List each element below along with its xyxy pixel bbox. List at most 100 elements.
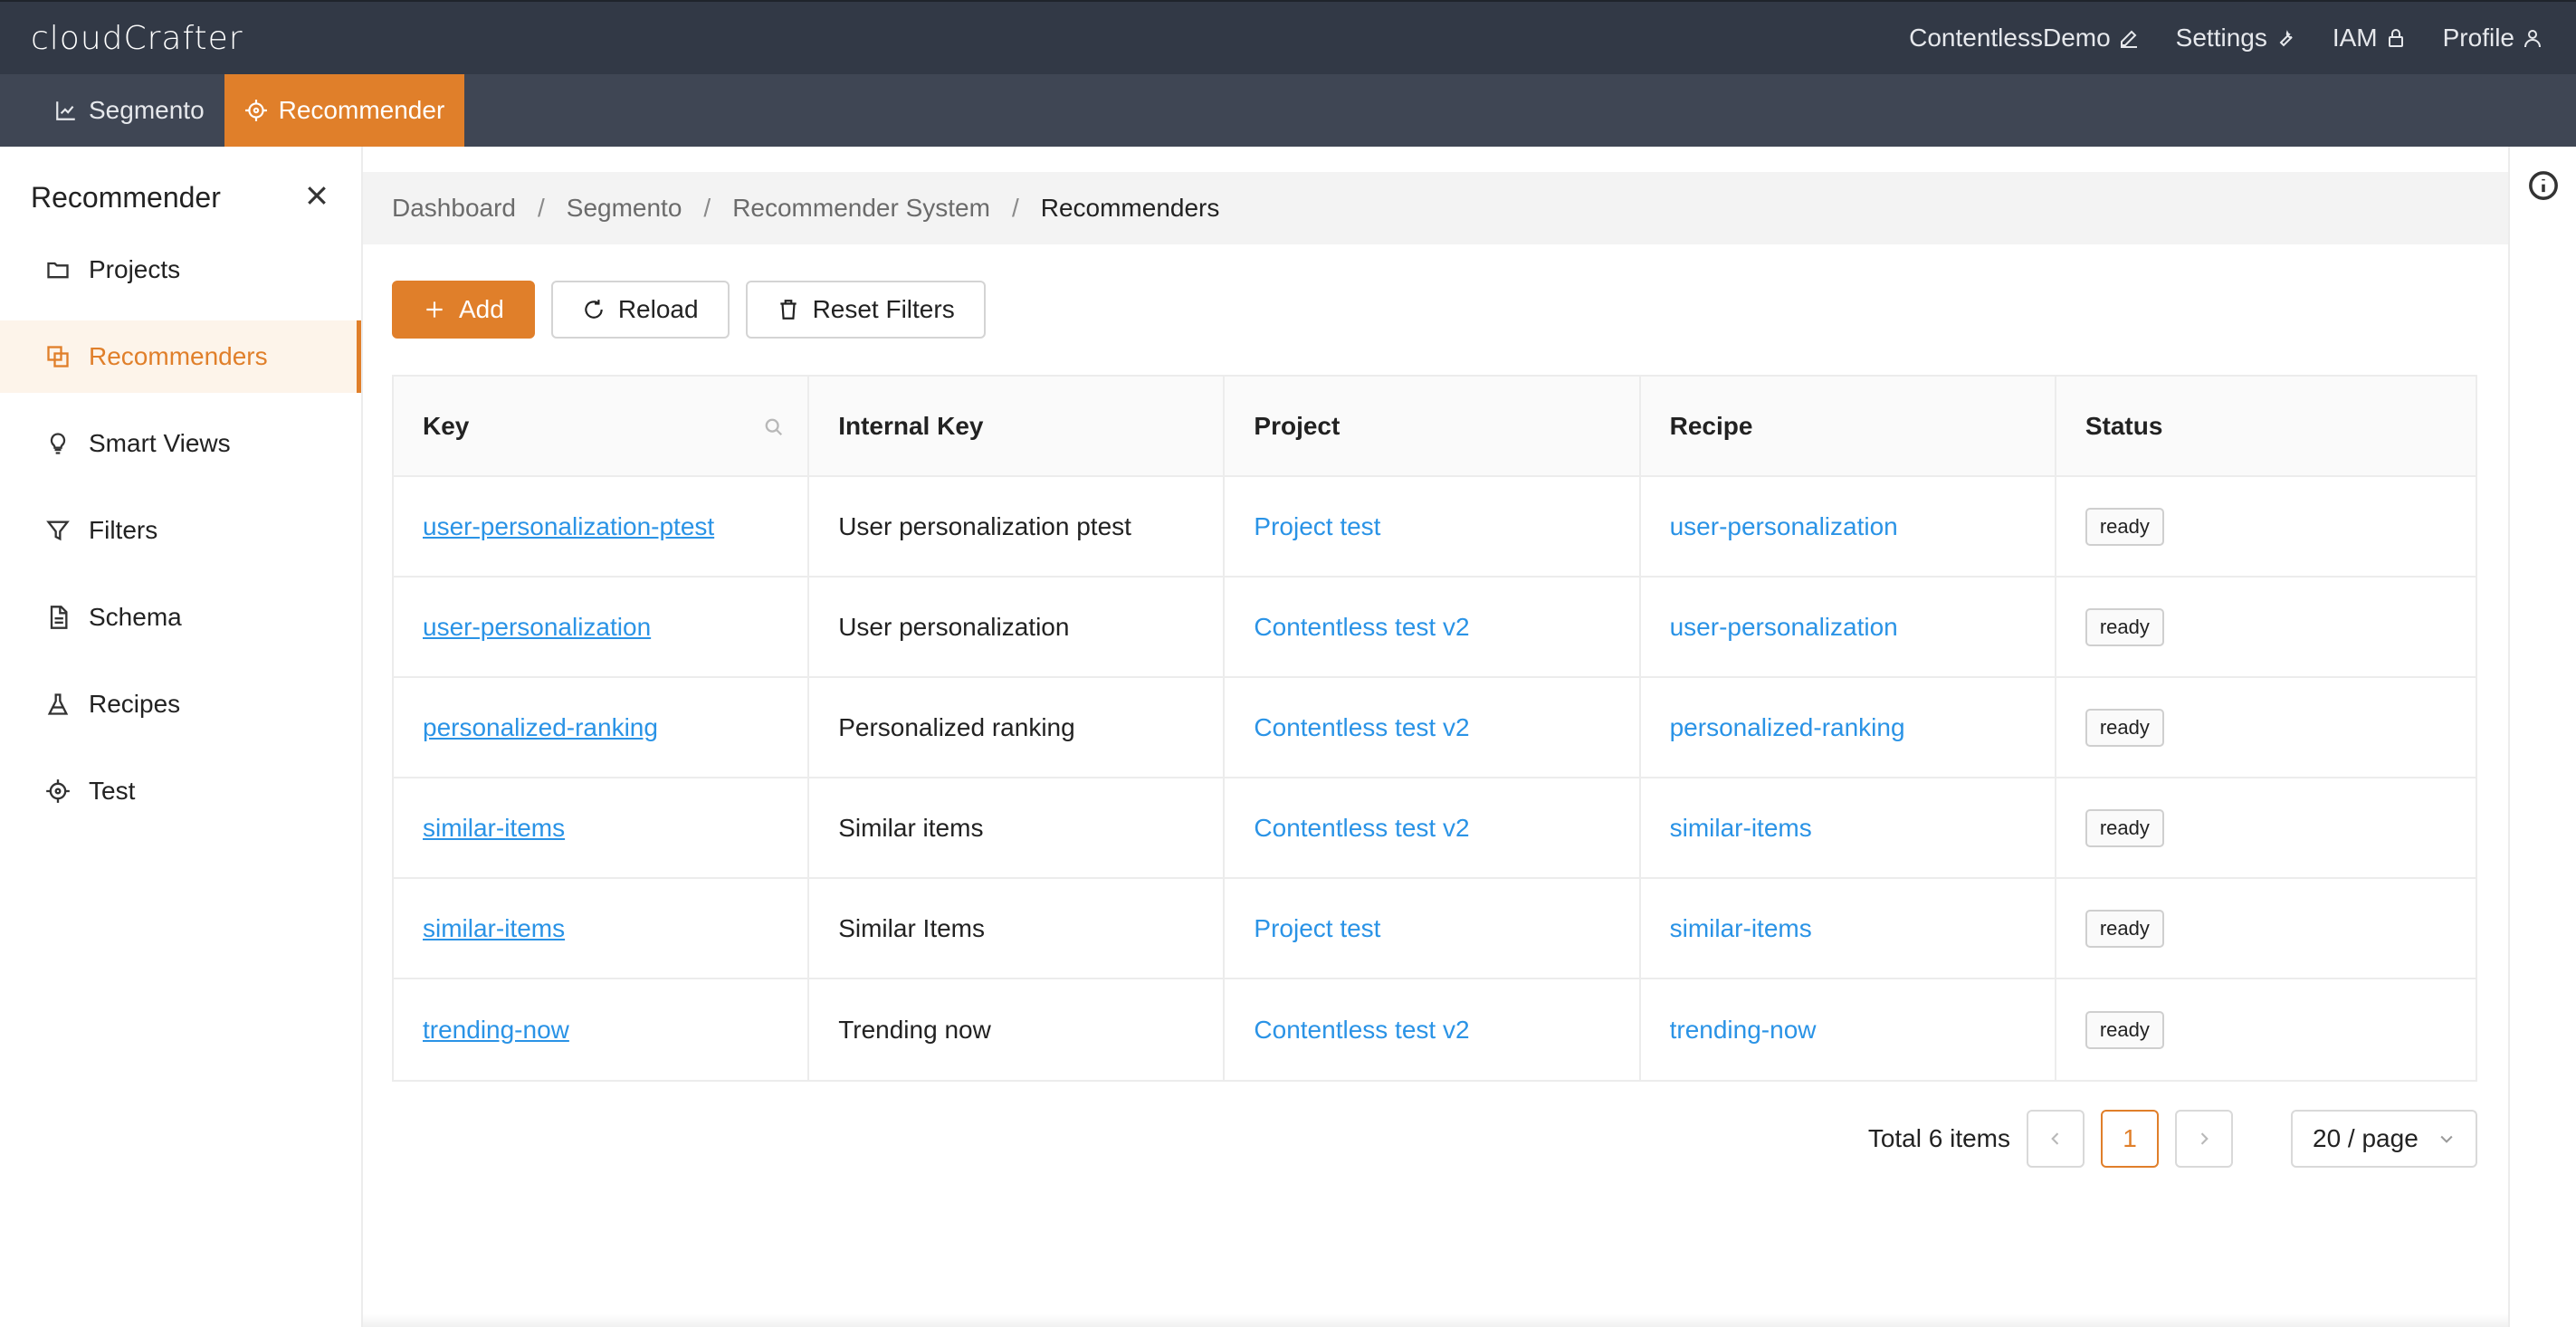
- key-link[interactable]: similar-items: [423, 914, 565, 943]
- target-icon: [46, 779, 70, 803]
- pagination: Total 6 items 1 20 / page: [1868, 1110, 2477, 1168]
- recipe-link[interactable]: trending-now: [1670, 1016, 1817, 1045]
- reload-button[interactable]: Reload: [550, 281, 730, 339]
- status-badge: ready: [2085, 909, 2164, 948]
- settings-link[interactable]: Settings: [2176, 24, 2296, 53]
- internal-key-cell: Personalized ranking: [809, 678, 1226, 777]
- project-link[interactable]: Contentless test v2: [1254, 1016, 1469, 1045]
- breadcrumb-dashboard[interactable]: Dashboard: [392, 194, 516, 223]
- recipe-cell: user-personalization: [1641, 477, 2056, 576]
- sidebar-item-filters[interactable]: Filters: [0, 494, 361, 567]
- key-link[interactable]: user-personalization-ptest: [423, 512, 714, 541]
- status-badge: ready: [2085, 808, 2164, 847]
- iam-link[interactable]: IAM: [2333, 24, 2407, 53]
- column-header-status: Status: [2085, 411, 2163, 440]
- target-icon: [244, 100, 267, 121]
- sidebar-item-recommenders[interactable]: Recommenders: [0, 320, 361, 393]
- table-row: similar-items Similar items Contentless …: [394, 778, 2476, 879]
- breadcrumb-segmento[interactable]: Segmento: [567, 194, 682, 223]
- project-link[interactable]: Project test: [1254, 512, 1380, 541]
- recipe-link[interactable]: similar-items: [1670, 814, 1812, 843]
- column-header-project: Project: [1225, 377, 1641, 475]
- app-logo[interactable]: cloudCrafter: [31, 20, 243, 57]
- column-header-label: Key: [423, 411, 470, 440]
- prev-page-button[interactable]: [2027, 1110, 2085, 1168]
- profile-link[interactable]: Profile: [2443, 24, 2543, 53]
- key-link[interactable]: user-personalization: [423, 613, 651, 642]
- breadcrumb: Dashboard / Segmento / Recommender Syste…: [363, 172, 2508, 244]
- copy-icon: [47, 346, 69, 368]
- filter-icon: [46, 520, 70, 541]
- recipe-link[interactable]: user-personalization: [1670, 613, 1898, 642]
- key-cell: similar-items: [394, 778, 810, 877]
- internal-key-cell: User personalization: [809, 578, 1226, 676]
- column-header-recipe: Recipe: [1641, 377, 2056, 475]
- module-tab-recommender[interactable]: Recommender: [224, 74, 465, 147]
- project-link[interactable]: Project test: [1254, 914, 1380, 943]
- breadcrumb-separator: /: [537, 194, 545, 222]
- key-link[interactable]: similar-items: [423, 814, 565, 843]
- page-size-select[interactable]: 20 / page: [2291, 1110, 2477, 1168]
- sidebar-item-smart-views[interactable]: Smart Views: [0, 407, 361, 480]
- add-button[interactable]: Add: [392, 281, 535, 339]
- sidebar-item-label: Projects: [89, 255, 181, 283]
- sidebar-item-label: Filters: [89, 516, 158, 544]
- reset-filters-button[interactable]: Reset Filters: [745, 281, 986, 339]
- sidebar-item-label: Recipes: [89, 690, 181, 718]
- reload-button-label: Reload: [617, 295, 699, 323]
- breadcrumb-recommender-system[interactable]: Recommender System: [732, 194, 990, 223]
- column-header-internal-key: Internal Key: [809, 377, 1226, 475]
- recipe-cell: similar-items: [1641, 879, 2056, 978]
- status-cell: ready: [2056, 477, 2476, 576]
- sidebar-item-test[interactable]: Test: [0, 755, 361, 827]
- status-badge: ready: [2085, 607, 2164, 646]
- right-panel: [2508, 147, 2576, 1327]
- user-icon: [2524, 30, 2541, 48]
- internal-key-cell: Trending now: [809, 979, 1226, 1080]
- workspace-label: ContentlessDemo: [1909, 24, 2111, 52]
- table-row: trending-now Trending now Contentless te…: [394, 979, 2476, 1080]
- sidebar-item-projects[interactable]: Projects: [0, 234, 361, 306]
- chart-icon: [56, 101, 75, 120]
- info-icon[interactable]: [2528, 170, 2559, 205]
- settings-label: Settings: [2175, 24, 2267, 52]
- sidebar-list: Projects Recommenders Smart Views Filter…: [0, 234, 361, 827]
- document-icon: [50, 606, 68, 629]
- table-row: user-personalization-ptest User personal…: [394, 477, 2476, 578]
- trash-icon: [779, 300, 797, 320]
- recipe-cell: user-personalization: [1641, 578, 2056, 676]
- module-tab-segmento[interactable]: Segmento: [34, 74, 224, 147]
- module-tab-label: Recommender: [278, 96, 445, 124]
- next-page-button[interactable]: [2175, 1110, 2233, 1168]
- folder-icon: [47, 262, 69, 279]
- sidebar-item-label: Test: [89, 777, 136, 805]
- total-items: Total 6 items: [1867, 1124, 2010, 1152]
- project-link[interactable]: Contentless test v2: [1254, 814, 1469, 843]
- status-cell: ready: [2056, 778, 2476, 877]
- key-cell: user-personalization-ptest: [394, 477, 810, 576]
- recipe-link[interactable]: similar-items: [1670, 914, 1812, 943]
- sidebar-item-schema[interactable]: Schema: [0, 581, 361, 654]
- project-link[interactable]: Contentless test v2: [1254, 613, 1469, 642]
- key-link[interactable]: trending-now: [423, 1016, 569, 1045]
- table-row: user-personalization User personalizatio…: [394, 578, 2476, 678]
- project-link[interactable]: Contentless test v2: [1254, 713, 1469, 742]
- sidebar-item-label: Schema: [89, 603, 182, 631]
- status-cell: ready: [2056, 979, 2476, 1080]
- status-cell: ready: [2056, 678, 2476, 777]
- project-cell: Project test: [1225, 477, 1641, 576]
- sidebar-header: Recommender: [0, 147, 361, 221]
- key-cell: personalized-ranking: [394, 678, 810, 777]
- main-content: Dashboard / Segmento / Recommender Syste…: [363, 147, 2508, 1327]
- project-cell: Project test: [1225, 879, 1641, 978]
- workspace-link[interactable]: ContentlessDemo: [1909, 24, 2140, 53]
- page-button-1[interactable]: 1: [2101, 1110, 2159, 1168]
- sidebar-item-label: Recommenders: [89, 342, 268, 370]
- sidebar-item-recipes[interactable]: Recipes: [0, 668, 361, 740]
- search-icon[interactable]: [764, 415, 784, 444]
- recipe-link[interactable]: personalized-ranking: [1670, 713, 1905, 742]
- sidebar-close-button[interactable]: [303, 182, 330, 214]
- key-link[interactable]: personalized-ranking: [423, 713, 658, 742]
- chevron-right-icon: [2200, 1132, 2209, 1145]
- recipe-link[interactable]: user-personalization: [1670, 512, 1898, 541]
